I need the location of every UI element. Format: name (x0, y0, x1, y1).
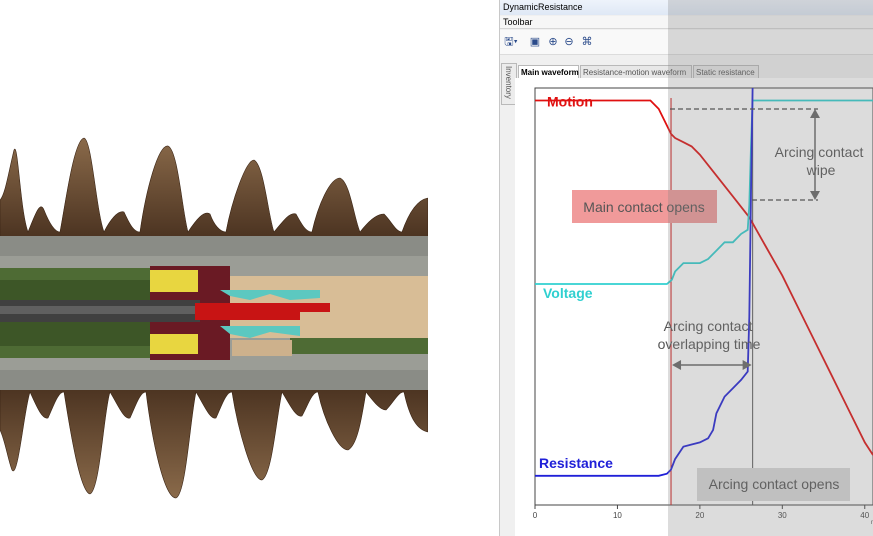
series-line-resistance (535, 87, 754, 477)
waveform-plot-area: 0 10 20 30 40 n Motion Voltage Resistance Main co… (515, 78, 873, 536)
toolbar: 🖫▾ ▣ ⊕ ⊖ ⌘ (500, 30, 873, 55)
window-title: DynamicResistance (500, 0, 873, 15)
x-tick-label: 10 (613, 511, 622, 520)
tab-static-resistance[interactable]: Static resistance (693, 65, 759, 78)
zoom-out-icon[interactable]: ⊖ (562, 35, 576, 49)
waveform-chart: 0 10 20 30 40nMotionVoltageResistanceMain co… (533, 87, 873, 526)
toolbar-label: Toolbar (500, 16, 873, 29)
overlap-label-line2: overlapping time (658, 336, 761, 352)
arcing-contact-wipe-label: Arcing contact (775, 144, 864, 160)
bottom-sheds (0, 384, 428, 499)
x-tick-label: 0 (533, 511, 538, 520)
export-icon[interactable]: ▣ (528, 35, 542, 49)
save-dropdown-icon[interactable]: 🖫▾ (504, 35, 518, 49)
overlap-arrow-head-left (672, 360, 682, 370)
x-tick-label: 20 (695, 511, 704, 520)
zoom-in-icon[interactable]: ⊕ (546, 35, 560, 49)
tab-main-waveform[interactable]: Main waveform (518, 65, 579, 78)
interrupter-cutaway-image (0, 137, 428, 499)
series-label-resistance: Resistance (539, 455, 613, 471)
fit-icon[interactable]: ⌘ (580, 35, 594, 49)
arcing-contact-wipe-label-2: wipe (806, 162, 836, 178)
arcing-contact-opens-label: Arcing contact opens (709, 476, 840, 492)
main-contact-opens-label: Main contact opens (583, 199, 704, 215)
x-tick-label: 40 (860, 511, 869, 520)
series-label-motion: Motion (547, 94, 593, 110)
wipe-arrow-head-up (810, 109, 820, 118)
wipe-arrow-head-down (810, 191, 820, 200)
top-sheds (0, 137, 428, 241)
tab-resistance-motion-waveform[interactable]: Resistance-motion waveform (580, 65, 692, 78)
x-tick-label: 30 (778, 511, 787, 520)
overlap-label-line1: Arcing contact (664, 318, 753, 334)
sidebar-tab-label: Inventory (504, 66, 513, 99)
series-label-voltage: Voltage (543, 285, 593, 301)
